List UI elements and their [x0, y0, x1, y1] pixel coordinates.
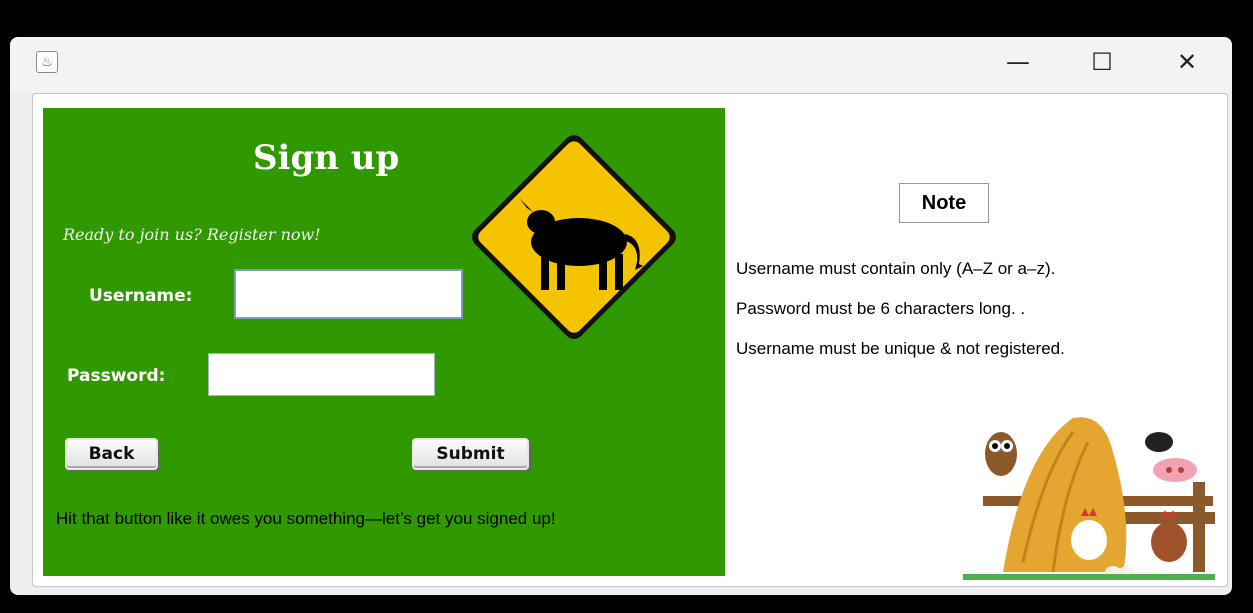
client-area: Sign up Ready to join us? Register now! … [32, 93, 1228, 587]
minimize-button[interactable]: — [988, 37, 1048, 87]
rule-item: Username must be unique & not registered… [736, 339, 1065, 358]
username-label: Username: [89, 286, 193, 306]
password-label: Password: [67, 366, 166, 386]
rule-item: Username must contain only (A–Z or a–z). [736, 259, 1056, 278]
java-cup-icon[interactable]: ♨ [36, 51, 58, 73]
password-input[interactable] [208, 353, 435, 396]
rule-item: Password must be 6 characters long. . [736, 299, 1026, 318]
maximize-button[interactable]: ☐ [1072, 37, 1132, 87]
signup-title: Sign up [253, 138, 400, 178]
back-button[interactable]: Back [65, 438, 158, 470]
signup-tagline: Ready to join us? Register now! [63, 225, 321, 244]
submit-button[interactable]: Submit [412, 438, 529, 470]
farm-animals-illustration [963, 417, 1215, 580]
close-button[interactable]: ✕ [1157, 37, 1217, 87]
note-title: Note [899, 183, 989, 223]
signup-hint: Hit that button like it owes you somethi… [56, 509, 556, 528]
username-input[interactable] [234, 269, 463, 319]
bull-crossing-sign-icon [472, 135, 676, 339]
signup-panel: Sign up Ready to join us? Register now! … [43, 108, 725, 576]
app-window: ♨ — ☐ ✕ Sign up Ready to join us? Regist… [10, 37, 1232, 595]
title-bar: ♨ — ☐ ✕ [10, 37, 1232, 93]
